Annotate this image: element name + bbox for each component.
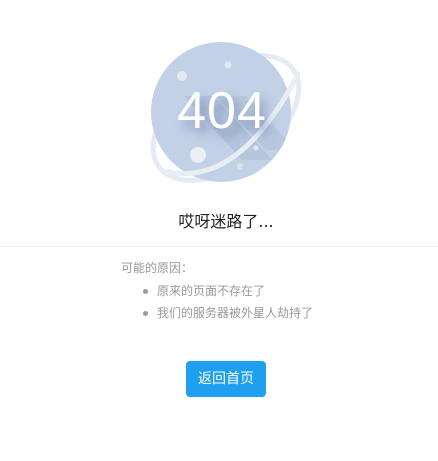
error-code: 404	[177, 82, 267, 140]
bullet-icon	[143, 289, 148, 294]
reason-text: 我们的服务器被外星人劫持了	[157, 306, 314, 320]
back-to-home-button[interactable]: 返回首页	[186, 361, 266, 397]
error-page: 404 哎呀迷路了... 可能的原因： 原来的页面不存在了 我们的服务器被外星人…	[0, 0, 438, 461]
list-item: 原来的页面不存在了	[121, 280, 421, 302]
reasons-list: 原来的页面不存在了 我们的服务器被外星人劫持了	[121, 280, 421, 324]
divider	[0, 246, 438, 247]
reason-text: 原来的页面不存在了	[157, 284, 266, 298]
reasons-heading: 可能的原因：	[121, 261, 194, 275]
list-item: 我们的服务器被外星人劫持了	[121, 302, 421, 324]
bullet-icon	[143, 311, 148, 316]
page-title: 哎呀迷路了...	[178, 212, 274, 231]
reasons-section: 可能的原因： 原来的页面不存在了 我们的服务器被外星人劫持了	[121, 258, 421, 324]
planet-404-illustration: 404	[0, 0, 438, 200]
